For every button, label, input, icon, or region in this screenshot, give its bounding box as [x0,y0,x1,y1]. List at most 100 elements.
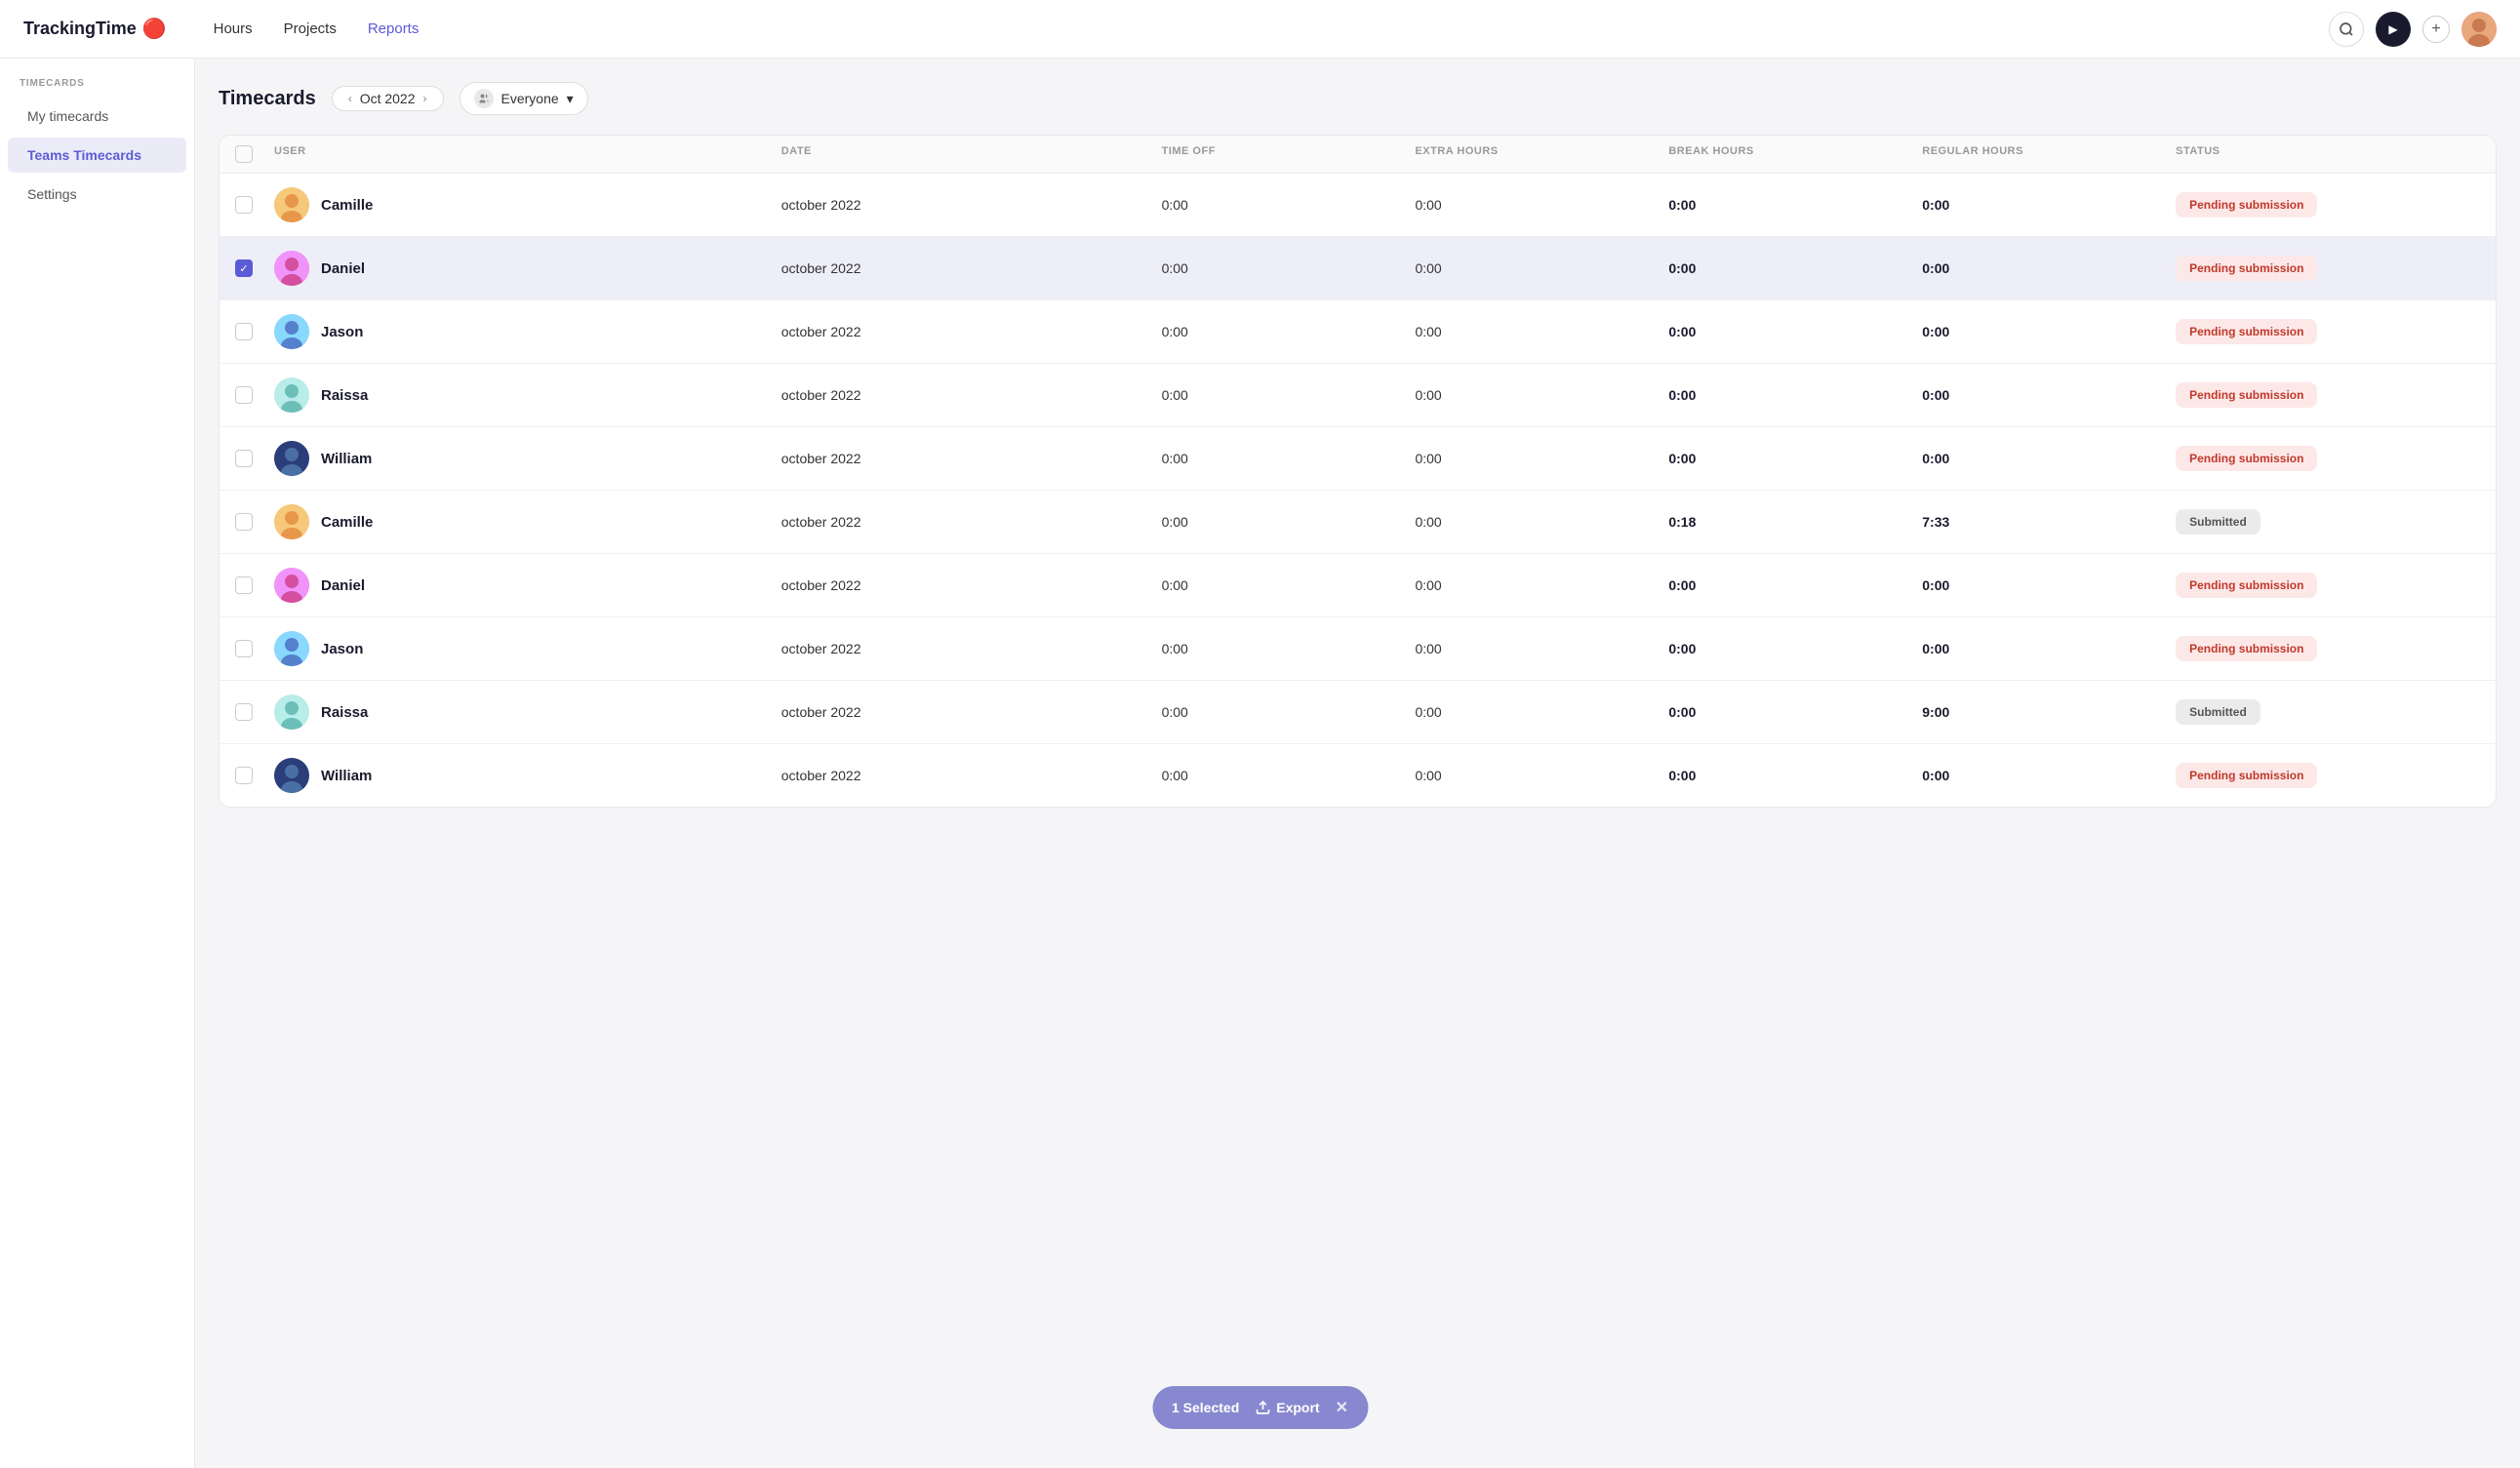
row-status: Submitted [2176,699,2480,725]
export-icon [1255,1400,1270,1415]
play-timer-button[interactable]: ▶ [2376,12,2411,47]
avatar-image [274,377,309,413]
row-regular-hours: 0:00 [1922,197,2176,213]
sidebar-item-settings[interactable]: Settings [8,177,186,212]
table-row[interactable]: William october 2022 0:00 0:00 0:00 0:00… [220,427,2496,491]
logo-icon: 🔴 [142,17,167,41]
export-label: Export [1276,1400,1319,1415]
row-select-checkbox[interactable] [235,703,253,721]
status-badge: Pending submission [2176,256,2317,281]
row-status: Submitted [2176,509,2480,535]
row-date: october 2022 [781,451,1162,466]
row-regular-hours: 0:00 [1922,577,2176,593]
row-select-checkbox[interactable] [235,576,253,594]
nav-reports[interactable]: Reports [368,20,420,37]
row-select-checkbox[interactable]: ✓ [235,259,253,277]
row-time-off: 0:00 [1162,514,1416,530]
row-checkbox[interactable] [235,386,274,404]
row-extra-hours: 0:00 [1415,260,1668,276]
table-row[interactable]: Jason october 2022 0:00 0:00 0:00 0:00 P… [220,300,2496,364]
header-status: STATUS [2176,145,2480,163]
row-time-off: 0:00 [1162,641,1416,656]
row-select-checkbox[interactable] [235,767,253,784]
row-break-hours: 0:00 [1668,260,1922,276]
table-row[interactable]: Daniel october 2022 0:00 0:00 0:00 0:00 … [220,554,2496,617]
table-header: USER DATE TIME OFF EXTRA HOURS BREAK HOU… [220,136,2496,174]
row-time-off: 0:00 [1162,768,1416,783]
header-checkbox[interactable] [235,145,274,163]
user-name: William [321,451,372,467]
user-avatar [274,694,309,730]
row-time-off: 0:00 [1162,197,1416,213]
status-badge: Pending submission [2176,636,2317,661]
row-user-cell: Jason [274,631,781,666]
row-checkbox[interactable] [235,196,274,214]
row-checkbox[interactable] [235,450,274,467]
row-checkbox[interactable] [235,703,274,721]
row-user-cell: Camille [274,504,781,539]
export-button[interactable]: Export [1255,1400,1319,1415]
add-button[interactable]: + [2422,16,2450,43]
row-checkbox[interactable] [235,513,274,531]
user-name: Daniel [321,577,365,594]
avatar-image [274,568,309,603]
table-row[interactable]: Camille october 2022 0:00 0:00 0:00 0:00… [220,174,2496,237]
row-checkbox[interactable]: ✓ [235,259,274,277]
avatar-image [274,314,309,349]
table-row[interactable]: Raissa october 2022 0:00 0:00 0:00 9:00 … [220,681,2496,744]
row-time-off: 0:00 [1162,260,1416,276]
table-row[interactable]: Jason october 2022 0:00 0:00 0:00 0:00 P… [220,617,2496,681]
search-icon [2339,21,2354,37]
row-break-hours: 0:00 [1668,704,1922,720]
row-break-hours: 0:00 [1668,451,1922,466]
row-break-hours: 0:00 [1668,387,1922,403]
row-checkbox[interactable] [235,640,274,657]
row-select-checkbox[interactable] [235,386,253,404]
sidebar-item-teams-timecards[interactable]: Teams Timecards [8,138,186,173]
row-user-cell: Jason [274,314,781,349]
row-time-off: 0:00 [1162,324,1416,339]
action-bar-close-button[interactable]: ✕ [1336,1398,1348,1417]
row-status: Pending submission [2176,382,2480,408]
row-select-checkbox[interactable] [235,640,253,657]
row-time-off: 0:00 [1162,387,1416,403]
plus-icon: + [2431,20,2440,38]
table-row[interactable]: William october 2022 0:00 0:00 0:00 0:00… [220,744,2496,807]
row-user-cell: Raissa [274,694,781,730]
status-badge: Pending submission [2176,446,2317,471]
select-all-checkbox[interactable] [235,145,253,163]
status-badge: Pending submission [2176,763,2317,788]
row-select-checkbox[interactable] [235,450,253,467]
search-button[interactable] [2329,12,2364,47]
next-month-button[interactable]: › [420,92,431,105]
user-name: Camille [321,197,373,214]
sidebar-item-my-timecards[interactable]: My timecards [8,99,186,134]
table-row[interactable]: Camille october 2022 0:00 0:00 0:18 7:33… [220,491,2496,554]
current-month: Oct 2022 [360,91,416,106]
month-navigator[interactable]: ‹ Oct 2022 › [332,86,444,111]
row-extra-hours: 0:00 [1415,324,1668,339]
user-avatar [274,251,309,286]
status-badge: Pending submission [2176,319,2317,344]
user-avatar[interactable] [2461,12,2497,47]
row-checkbox[interactable] [235,323,274,340]
status-badge: Pending submission [2176,382,2317,408]
prev-month-button[interactable]: ‹ [344,92,356,105]
row-select-checkbox[interactable] [235,513,253,531]
top-navigation: TrackingTime 🔴 Hours Projects Reports ▶ … [0,0,2520,59]
row-regular-hours: 0:00 [1922,641,2176,656]
avatar-image [274,758,309,793]
filter-everyone-button[interactable]: Everyone ▾ [460,82,588,115]
row-checkbox[interactable] [235,576,274,594]
row-extra-hours: 0:00 [1415,514,1668,530]
user-name: Daniel [321,260,365,277]
row-status: Pending submission [2176,636,2480,661]
table-row[interactable]: Raissa october 2022 0:00 0:00 0:00 0:00 … [220,364,2496,427]
table-row[interactable]: ✓ Daniel october 2022 0:00 0:00 0:00 0:0… [220,237,2496,300]
row-select-checkbox[interactable] [235,196,253,214]
row-checkbox[interactable] [235,767,274,784]
row-extra-hours: 0:00 [1415,704,1668,720]
nav-hours[interactable]: Hours [214,20,253,37]
row-select-checkbox[interactable] [235,323,253,340]
nav-projects[interactable]: Projects [284,20,337,37]
